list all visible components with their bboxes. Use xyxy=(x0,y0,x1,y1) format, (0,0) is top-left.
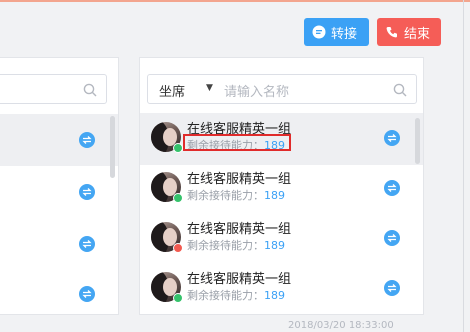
phone-hangup-icon xyxy=(385,25,399,39)
online-status-dot xyxy=(173,143,183,153)
transfer-icon[interactable] xyxy=(384,280,400,296)
agent-row[interactable]: 在线客服精英一组 剩余接待能力：189 xyxy=(140,263,423,315)
agent-name: 在线客服精英一组 xyxy=(187,222,292,237)
agent-list-panel: 坐席 ▼ 请输入名称 在线客服精英一组 剩余接待能力：189 在线客服精英一组 … xyxy=(139,57,424,315)
transfer-icon[interactable] xyxy=(79,184,95,200)
transfer-icon[interactable] xyxy=(79,132,95,148)
agent-row[interactable]: 在线客服精英一组 剩余接待能力：189 xyxy=(140,113,423,165)
transfer-icon[interactable] xyxy=(79,236,95,252)
top-accent-line xyxy=(0,0,470,2)
end-button[interactable]: 结束 xyxy=(377,18,441,46)
list-item[interactable] xyxy=(0,268,118,320)
online-status-dot xyxy=(173,193,183,203)
transfer-button[interactable]: 转接 xyxy=(304,18,369,46)
right-divider xyxy=(463,0,464,332)
search-icon xyxy=(83,82,97,97)
left-search-input[interactable] xyxy=(0,74,107,104)
chat-bubble-icon xyxy=(312,25,326,39)
message-timestamp: 2018/03/20 18:33:00 xyxy=(288,320,394,331)
caret-down-icon[interactable]: ▼ xyxy=(206,83,213,93)
scrollbar[interactable] xyxy=(110,116,115,178)
scrollbar[interactable] xyxy=(415,118,420,164)
list-item[interactable] xyxy=(0,166,118,218)
agent-capacity: 剩余接待能力：189 xyxy=(187,189,285,202)
search-icon[interactable] xyxy=(393,82,407,97)
agent-row[interactable]: 在线客服精英一组 剩余接待能力：189 xyxy=(140,213,423,265)
transfer-icon[interactable] xyxy=(384,130,400,146)
highlight-box xyxy=(183,134,291,151)
agent-name: 在线客服精英一组 xyxy=(187,272,292,287)
busy-status-dot xyxy=(173,243,183,253)
agent-row[interactable]: 在线客服精英一组 剩余接待能力：189 xyxy=(140,163,423,215)
agent-search-bar: 坐席 ▼ 请输入名称 xyxy=(147,74,417,104)
name-search-input[interactable]: 请输入名称 xyxy=(224,81,289,100)
end-button-label: 结束 xyxy=(404,26,431,42)
list-item[interactable] xyxy=(0,218,118,270)
transfer-button-label: 转接 xyxy=(331,26,358,42)
transfer-icon[interactable] xyxy=(79,286,95,302)
type-select[interactable]: 坐席 xyxy=(159,81,185,100)
transfer-icon[interactable] xyxy=(384,180,400,196)
agent-name: 在线客服精英一组 xyxy=(187,172,292,187)
left-list-panel xyxy=(0,57,119,315)
list-item[interactable] xyxy=(0,114,118,166)
online-status-dot xyxy=(173,293,183,303)
agent-capacity: 剩余接待能力：189 xyxy=(187,289,285,302)
agent-capacity: 剩余接待能力：189 xyxy=(187,239,285,252)
transfer-icon[interactable] xyxy=(384,230,400,246)
